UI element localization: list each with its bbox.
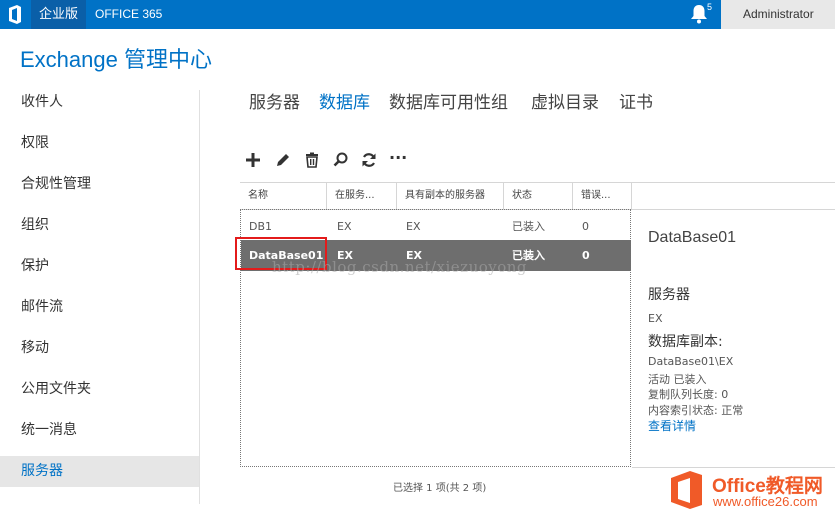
details-server-heading: 服务器 — [648, 287, 690, 303]
nav-item-label: 保护 — [21, 258, 49, 274]
nav-item-servers[interactable]: 服务器 — [0, 456, 199, 487]
column-header-copies[interactable]: 具有副本的服务器 — [397, 183, 504, 209]
nav-item-label: 移动 — [21, 340, 49, 356]
office-logo-icon[interactable] — [8, 5, 22, 24]
tab-certificates[interactable]: 证书 — [619, 88, 653, 113]
notification-count: 5 — [707, 2, 713, 12]
column-header-server[interactable]: 在服务... — [327, 183, 397, 209]
tab-databases[interactable]: 数据库 — [319, 88, 370, 113]
tab-dag[interactable]: 数据库可用性组 — [389, 88, 508, 113]
selection-info: 已选择 1 项(共 2 项) — [393, 483, 487, 494]
nav-item-recipients[interactable]: 收件人 — [0, 87, 199, 118]
details-copy-name: DataBase01\EX — [648, 355, 734, 368]
nav-item-label: 收件人 — [21, 94, 63, 110]
tab-virtual-directories[interactable]: 虚拟目录 — [531, 88, 599, 113]
details-title: DataBase01 — [648, 229, 737, 246]
nav-item-public-folders[interactable]: 公用文件夹 — [0, 374, 199, 405]
grid-header: 名称 在服务... 具有副本的服务器 状态 错误... — [240, 182, 835, 210]
more-icon[interactable]: ··· — [389, 148, 409, 168]
details-content-index: 内容索引状态: 正常 — [648, 404, 744, 417]
refresh-icon[interactable] — [359, 150, 379, 170]
details-copies-heading: 数据库副本: — [648, 334, 723, 350]
user-menu[interactable]: Administrator — [721, 0, 835, 29]
watermark: http://blog.csdn.net/xiezuoyong — [272, 258, 528, 276]
nav-item-compliance[interactable]: 合规性管理 — [0, 169, 199, 200]
view-details-link[interactable]: 查看详情 — [648, 417, 696, 434]
column-header-status[interactable]: 状态 — [504, 183, 573, 209]
user-name: Administrator — [743, 7, 814, 21]
top-bar: 企业版 OFFICE 365 5 Administrator — [0, 0, 835, 29]
nav-item-label: 服务器 — [21, 463, 63, 479]
edition-label[interactable]: 企业版 — [31, 0, 87, 29]
details-copy-queue: 复制队列长度: 0 — [648, 388, 729, 401]
nav-item-permissions[interactable]: 权限 — [0, 128, 199, 159]
cell-status: 已装入 — [512, 220, 545, 233]
edit-icon[interactable] — [273, 150, 293, 170]
nav-item-label: 合规性管理 — [21, 176, 91, 192]
details-server-value: EX — [648, 312, 663, 325]
nav-item-mail-flow[interactable]: 邮件流 — [0, 292, 199, 323]
nav-item-organization[interactable]: 组织 — [0, 210, 199, 241]
cell-server: EX — [337, 220, 352, 233]
office365-link[interactable]: OFFICE 365 — [95, 0, 162, 29]
column-header-name[interactable]: 名称 — [240, 183, 327, 209]
nav-item-label: 组织 — [21, 217, 49, 233]
nav-item-mobile[interactable]: 移动 — [0, 333, 199, 364]
nav-item-unified-messaging[interactable]: 统一消息 — [0, 415, 199, 446]
tab-servers[interactable]: 服务器 — [249, 88, 300, 113]
details-copy-status: 活动 已装入 — [648, 373, 707, 386]
column-header-errors[interactable]: 错误... — [573, 183, 632, 209]
search-icon[interactable] — [331, 150, 351, 170]
details-pane: DataBase01 服务器 EX 数据库副本: DataBase01\EX 活… — [632, 209, 835, 468]
delete-icon[interactable] — [302, 150, 322, 170]
bell-icon[interactable] — [690, 4, 708, 24]
nav-item-label: 邮件流 — [21, 299, 63, 315]
cell-errors: 0 — [582, 249, 590, 262]
nav-item-protection[interactable]: 保护 — [0, 251, 199, 282]
nav-divider — [199, 90, 200, 504]
app-title: Exchange 管理中心 — [20, 47, 212, 72]
nav-item-label: 统一消息 — [21, 422, 77, 438]
nav-item-label: 公用文件夹 — [21, 381, 91, 397]
office-brand-logo-icon — [671, 471, 702, 509]
cell-copies: EX — [406, 220, 421, 233]
cell-errors: 0 — [582, 220, 589, 233]
brand-url: www.office26.com — [713, 494, 818, 509]
add-icon[interactable] — [243, 150, 263, 170]
nav-item-label: 权限 — [21, 135, 49, 151]
